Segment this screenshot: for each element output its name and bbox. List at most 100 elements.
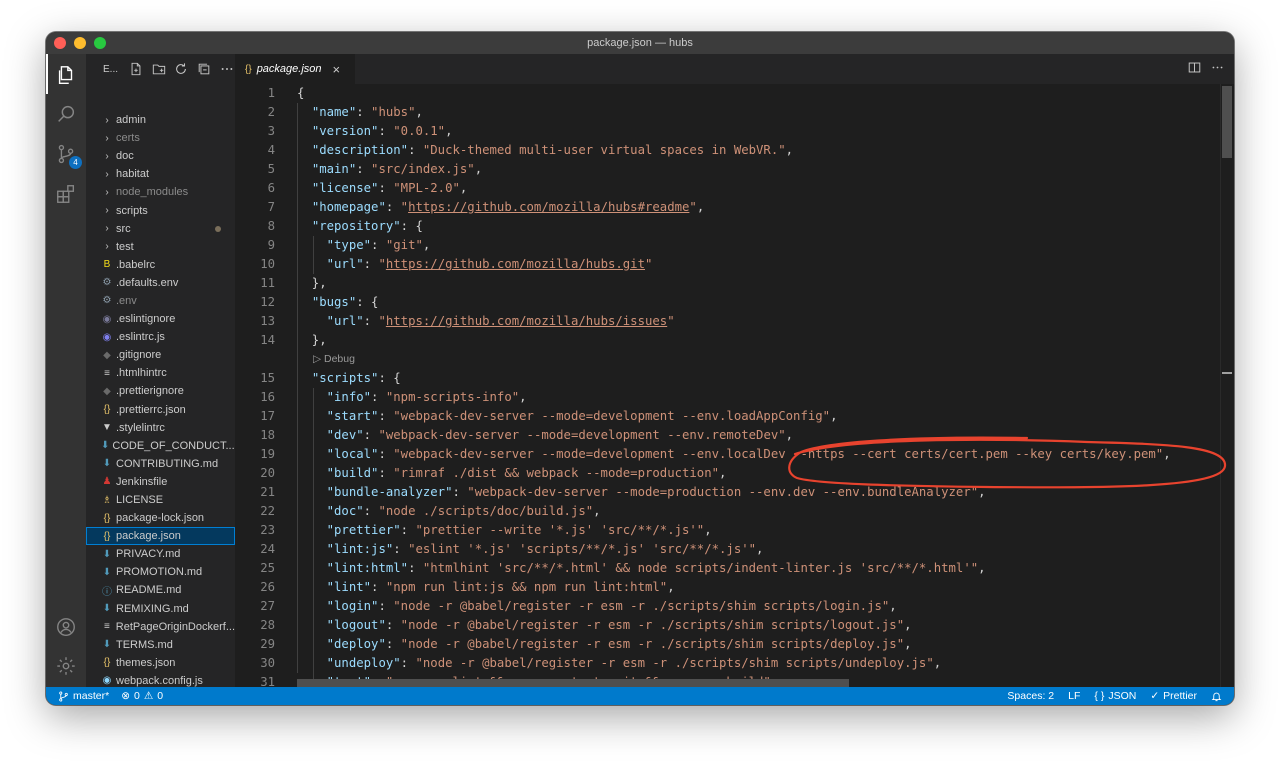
tree-folder[interactable]: › habitat <box>86 165 235 183</box>
punctuation: : <box>400 656 416 670</box>
json-string: "npm-scripts-info" <box>385 390 520 404</box>
json-string: "hubs" <box>371 105 416 119</box>
file-type-icon: ♟ <box>102 476 112 488</box>
tree-file[interactable]: ⬇ CODE_OF_CONDUCT.... <box>86 437 235 455</box>
tree-file[interactable]: {} package-lock.json <box>86 509 235 527</box>
vertical-scrollbar[interactable] <box>1220 84 1234 687</box>
json-string: "0.0.1" <box>393 124 446 138</box>
explorer-title: E... <box>103 63 119 75</box>
json-string[interactable]: https://github.com/mozilla/hubs.git <box>386 257 645 271</box>
tree-folder[interactable]: › src <box>86 220 235 238</box>
active-indicator <box>46 54 48 94</box>
json-key: "prettier" <box>326 523 401 537</box>
tree-file[interactable]: {} package.json <box>86 527 235 546</box>
line-text: "bugs": { <box>297 293 379 312</box>
scrollbar-thumb[interactable] <box>1222 86 1232 158</box>
problems-indicator[interactable]: ⊗ 0 ⚠ 0 <box>121 690 163 702</box>
tree-file[interactable]: ◆ .gitignore <box>86 346 235 364</box>
tree-file[interactable]: ≡ RetPageOriginDockerf... <box>86 618 235 636</box>
punctuation: : <box>400 523 416 537</box>
json-file-icon: {} <box>245 63 252 75</box>
tree-folder[interactable]: › doc <box>86 147 235 165</box>
tree-file[interactable]: ◉ .eslintignore <box>86 310 235 328</box>
tree-folder[interactable]: › node_modules <box>86 183 235 201</box>
close-window-button[interactable] <box>54 37 66 49</box>
punctuation: : <box>363 504 379 518</box>
code-area[interactable]: 1{2 "name": "hubs", 3 "version": "0.0.1",… <box>235 84 1220 687</box>
tree-file[interactable]: ≡ .htmlhintrc <box>86 364 235 382</box>
gear-icon[interactable] <box>54 654 78 678</box>
tab-package-json[interactable]: {} package.json × <box>235 54 355 84</box>
line-number: 28 <box>260 618 275 632</box>
new-file-icon[interactable] <box>128 61 144 77</box>
json-key: "url" <box>326 257 364 271</box>
maximize-window-button[interactable] <box>94 37 106 49</box>
punctuation: , <box>1163 447 1171 461</box>
horizontal-scrollbar[interactable] <box>297 679 849 687</box>
line-text: "start": "webpack-dev-server --mode=deve… <box>297 407 838 426</box>
minimize-window-button[interactable] <box>74 37 86 49</box>
tree-file[interactable]: ⬇ TERMS.md <box>86 636 235 654</box>
language-mode[interactable]: { } JSON <box>1094 690 1136 702</box>
tree-file[interactable]: ⬇ PRIVACY.md <box>86 545 235 563</box>
tree-file[interactable]: ♗ LICENSE <box>86 491 235 509</box>
extensions-icon[interactable] <box>54 182 78 206</box>
eol-status[interactable]: LF <box>1068 690 1080 702</box>
code-line: 21 "bundle-analyzer": "webpack-dev-serve… <box>235 483 1220 502</box>
more-actions-icon[interactable] <box>219 61 235 77</box>
tree-item-label: LICENSE <box>116 494 164 507</box>
json-string[interactable]: https://github.com/mozilla/hubs#readme <box>408 200 689 214</box>
file-type-icon: ◉ <box>102 331 112 343</box>
tree-file[interactable]: {} themes.json <box>86 654 235 672</box>
code-line: 30 "undeploy": "node -r @babel/register … <box>235 654 1220 673</box>
tree-file[interactable]: ⬇ PROMOTION.md <box>86 563 235 581</box>
account-icon[interactable] <box>54 615 78 639</box>
git-branch[interactable]: master* <box>58 690 109 702</box>
refresh-icon[interactable] <box>174 61 190 77</box>
tree-file[interactable]: ◆ .prettierignore <box>86 382 235 400</box>
json-key: "main" <box>311 162 357 176</box>
tree-file[interactable]: ◉ .eslintrc.js <box>86 328 235 346</box>
punctuation: : { <box>400 219 423 233</box>
formatter-status[interactable]: ✓ Prettier <box>1150 690 1197 702</box>
punctuation: : { <box>356 295 379 309</box>
collapse-all-icon[interactable] <box>196 61 212 77</box>
tree-file[interactable]: ▼ .stylelintrc <box>86 419 235 437</box>
chevron-right-icon: › <box>105 114 109 126</box>
json-string: " <box>667 314 675 328</box>
file-type-icon: ◆ <box>103 349 111 361</box>
debug-codelens[interactable]: ▷ Debug <box>235 350 1220 369</box>
tree-file[interactable]: ♟ Jenkinsfile <box>86 473 235 491</box>
code-line: 18 "dev": "webpack-dev-server --mode=dev… <box>235 426 1220 445</box>
tree-file[interactable]: {} .prettierrc.json <box>86 401 235 419</box>
source-control-icon[interactable]: 4 <box>54 142 82 169</box>
file-type-icon: {} <box>103 657 111 669</box>
tree-file[interactable]: ⓘ README.md <box>86 581 235 599</box>
tree-file[interactable]: ⬇ REMIXING.md <box>86 600 235 618</box>
search-icon[interactable] <box>54 102 78 126</box>
indentation-status[interactable]: Spaces: 2 <box>1007 690 1054 702</box>
tree-folder[interactable]: › admin <box>86 111 235 129</box>
more-actions-icon[interactable] <box>1211 61 1224 77</box>
tree-file[interactable]: B .babelrc <box>86 256 235 274</box>
chevron-right-icon: › <box>105 241 109 253</box>
tree-folder[interactable]: › scripts <box>86 201 235 219</box>
tree-folder[interactable]: › certs <box>86 129 235 147</box>
new-folder-icon[interactable] <box>151 61 167 77</box>
split-editor-icon[interactable] <box>1188 61 1201 77</box>
json-string: " <box>400 200 409 214</box>
punctuation: { <box>297 86 305 100</box>
tree-folder[interactable]: › test <box>86 238 235 256</box>
tree-file[interactable]: ⚙ .defaults.env <box>86 274 235 292</box>
code-line: 24 "lint:js": "eslint '*.js' 'scripts/**… <box>235 540 1220 559</box>
json-string[interactable]: https://github.com/mozilla/hubs/issues <box>386 314 667 328</box>
tree-file[interactable]: ⚙ .env <box>86 292 235 310</box>
line-text: "version": "0.0.1", <box>297 122 453 141</box>
close-icon[interactable]: × <box>333 62 341 77</box>
files-icon[interactable] <box>54 63 78 87</box>
tree-file[interactable]: ⬇ CONTRIBUTING.md <box>86 455 235 473</box>
json-key: "doc" <box>326 504 364 518</box>
debug-codelens-label[interactable]: ▷ Debug <box>313 350 355 369</box>
code-editor[interactable]: 1{2 "name": "hubs", 3 "version": "0.0.1",… <box>235 84 1234 687</box>
bell-icon[interactable] <box>1211 691 1222 702</box>
